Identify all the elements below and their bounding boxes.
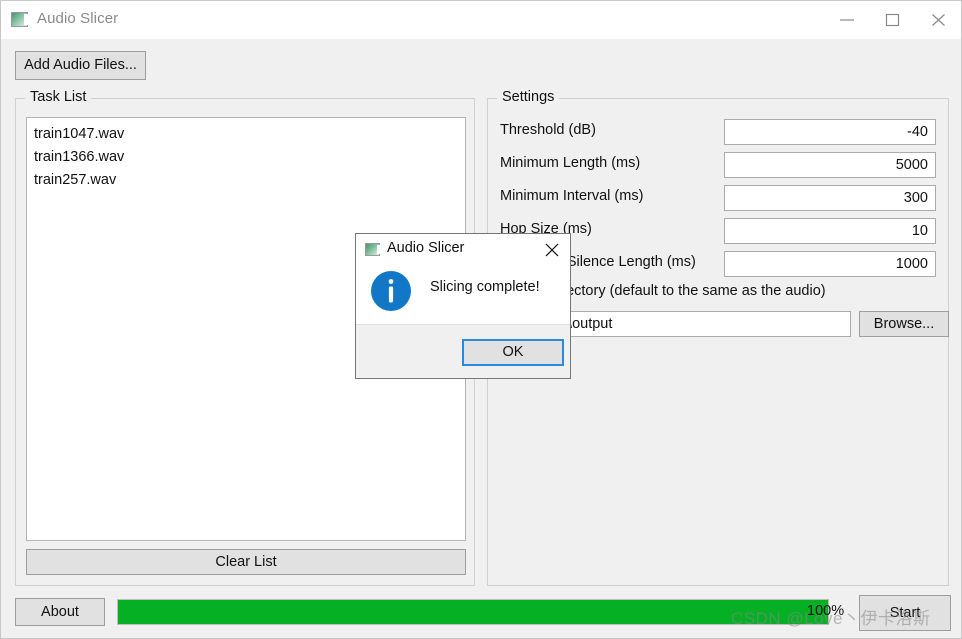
maximize-button[interactable] bbox=[871, 1, 917, 39]
dialog-titlebar: Audio Slicer bbox=[356, 234, 570, 266]
info-icon bbox=[371, 271, 411, 311]
clear-list-button[interactable]: Clear List bbox=[26, 549, 466, 575]
minimum-length-input[interactable] bbox=[724, 152, 936, 178]
start-button[interactable]: Start bbox=[859, 595, 951, 631]
dialog-close-button[interactable] bbox=[534, 234, 570, 266]
slicing-complete-dialog: Audio Slicer Slicing complete! OK bbox=[355, 233, 571, 379]
list-item[interactable]: train257.wav bbox=[27, 169, 465, 192]
about-button[interactable]: About bbox=[15, 598, 105, 626]
setting-row-threshold: Threshold (dB) bbox=[488, 119, 948, 147]
browse-button[interactable]: Browse... bbox=[859, 311, 949, 337]
window-title: Audio Slicer bbox=[37, 10, 119, 27]
task-list-group-title: Task List bbox=[25, 89, 92, 105]
maximize-icon bbox=[885, 13, 900, 27]
window-titlebar: Audio Slicer bbox=[1, 1, 961, 39]
maximum-silence-length-input[interactable] bbox=[724, 251, 936, 277]
app-icon bbox=[11, 12, 28, 27]
minimize-icon bbox=[840, 19, 854, 21]
dialog-ok-button[interactable]: OK bbox=[462, 339, 564, 366]
setting-label-minimum-length: Minimum Length (ms) bbox=[500, 155, 641, 171]
list-item[interactable]: train1047.wav bbox=[27, 123, 465, 146]
close-button[interactable] bbox=[917, 1, 961, 39]
add-audio-files-button[interactable]: Add Audio Files... bbox=[15, 51, 146, 80]
setting-label-threshold: Threshold (dB) bbox=[500, 122, 596, 138]
progress-bar-fill bbox=[118, 600, 828, 624]
threshold-input[interactable] bbox=[724, 119, 936, 145]
dialog-body: Slicing complete! bbox=[356, 266, 570, 324]
setting-row-minimum-length: Minimum Length (ms) bbox=[488, 152, 948, 180]
minimize-button[interactable] bbox=[825, 1, 871, 39]
setting-label-minimum-interval: Minimum Interval (ms) bbox=[500, 188, 644, 204]
list-item[interactable]: train1366.wav bbox=[27, 146, 465, 169]
hop-size-input[interactable] bbox=[724, 218, 936, 244]
app-icon bbox=[365, 243, 380, 256]
settings-group-title: Settings bbox=[497, 89, 560, 105]
close-icon bbox=[932, 14, 945, 26]
dialog-message: Slicing complete! bbox=[430, 279, 540, 295]
dialog-title: Audio Slicer bbox=[387, 240, 465, 256]
dialog-footer: OK bbox=[356, 324, 570, 378]
progress-percent-label: 100% bbox=[807, 603, 845, 619]
setting-row-minimum-interval: Minimum Interval (ms) bbox=[488, 185, 948, 213]
progress-bar bbox=[117, 599, 829, 625]
audio-slicer-window: Audio Slicer Add Audio Files... Task Lis… bbox=[0, 0, 962, 639]
close-icon bbox=[545, 243, 559, 257]
minimum-interval-input[interactable] bbox=[724, 185, 936, 211]
